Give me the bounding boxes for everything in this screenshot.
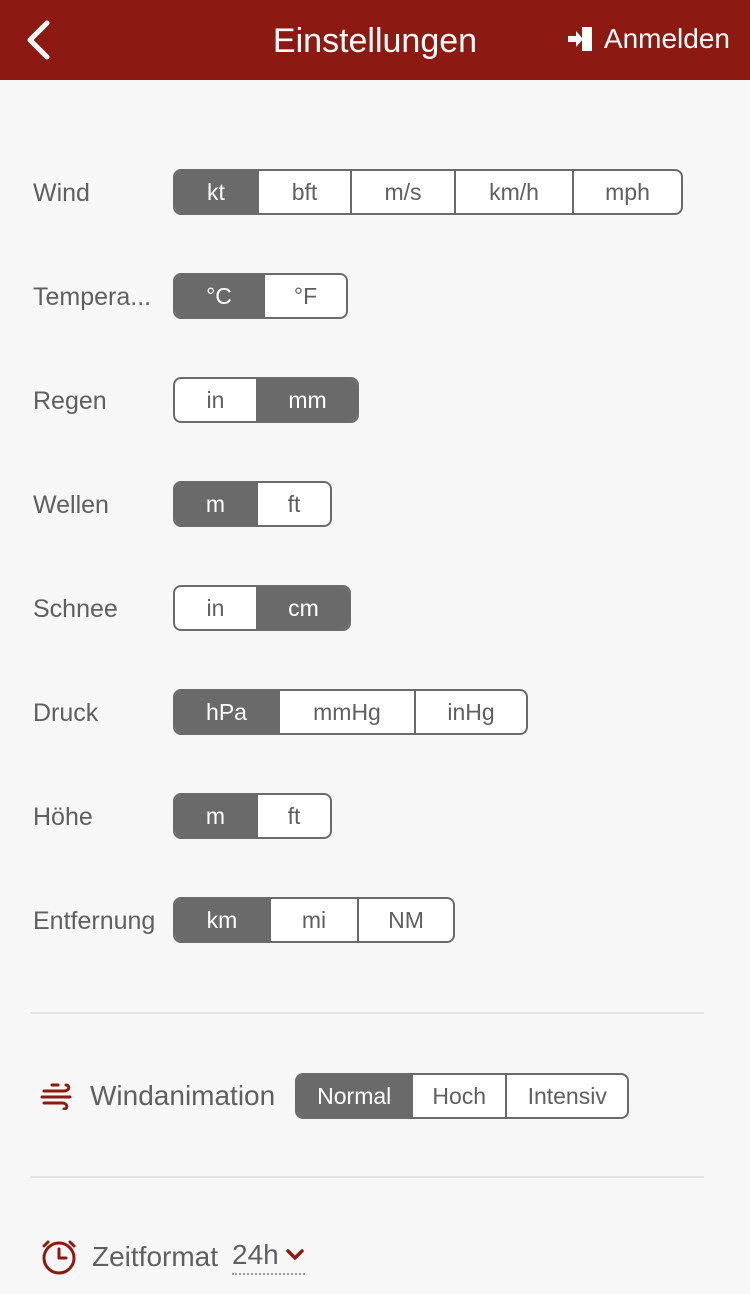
pressure-label: Druck xyxy=(33,699,99,727)
chevron-down-icon xyxy=(285,1248,305,1262)
wind-option-kmh[interactable]: km/h xyxy=(454,171,572,213)
wind-option-bft[interactable]: bft xyxy=(257,171,350,213)
altitude-option-ft[interactable]: ft xyxy=(256,795,330,837)
altitude-unit-selector: m ft xyxy=(173,793,332,839)
time-format-value: 24h xyxy=(232,1239,279,1270)
wind-animation-row: Windanimation Normal Hoch Intensiv xyxy=(40,1073,630,1119)
waves-unit-selector: m ft xyxy=(173,481,332,527)
wind-label: Wind xyxy=(33,179,90,207)
altitude-label: Höhe xyxy=(33,803,93,831)
wind-animation-option-hoch[interactable]: Hoch xyxy=(411,1075,505,1117)
time-format-row: Zeitformat 24h xyxy=(40,1234,305,1280)
section-divider xyxy=(30,1012,704,1014)
pressure-option-mmhg[interactable]: mmHg xyxy=(278,691,414,733)
temperature-option-c[interactable]: °C xyxy=(175,275,263,317)
temperature-option-f[interactable]: °F xyxy=(263,275,346,317)
snow-option-cm[interactable]: cm xyxy=(256,587,349,629)
top-bar: Einstellungen Anmelden xyxy=(0,0,750,80)
wind-unit-selector: kt bft m/s km/h mph xyxy=(173,169,683,215)
snow-label: Schnee xyxy=(33,595,118,623)
temperature-label: Tempera... xyxy=(33,283,152,311)
wind-animation-option-intensiv[interactable]: Intensiv xyxy=(505,1075,627,1117)
wind-icon xyxy=(40,1082,76,1110)
pressure-unit-selector: hPa mmHg inHg xyxy=(173,689,528,735)
wind-animation-option-normal[interactable]: Normal xyxy=(297,1075,412,1117)
login-label: Anmelden xyxy=(603,23,730,54)
rain-label: Regen xyxy=(33,387,107,415)
altitude-option-m[interactable]: m xyxy=(175,795,256,837)
rain-unit-selector: in mm xyxy=(173,377,359,423)
snow-option-in[interactable]: in xyxy=(175,587,256,629)
distance-option-km[interactable]: km xyxy=(175,899,269,941)
waves-option-m[interactable]: m xyxy=(175,483,256,525)
waves-option-ft[interactable]: ft xyxy=(256,483,330,525)
time-format-select[interactable]: 24h xyxy=(232,1239,305,1275)
time-format-label: Zeitformat xyxy=(92,1241,219,1272)
wind-animation-selector: Normal Hoch Intensiv xyxy=(295,1073,630,1119)
clock-icon xyxy=(40,1238,78,1276)
distance-option-mi[interactable]: mi xyxy=(269,899,357,941)
distance-label: Entfernung xyxy=(33,907,156,935)
wind-option-kt[interactable]: kt xyxy=(175,171,257,213)
temperature-unit-selector: °C °F xyxy=(173,273,348,319)
distance-unit-selector: km mi NM xyxy=(173,897,455,943)
wind-animation-label: Windanimation xyxy=(90,1080,276,1111)
pressure-option-hpa[interactable]: hPa xyxy=(175,691,278,733)
distance-option-nm[interactable]: NM xyxy=(357,899,453,941)
wind-option-ms[interactable]: m/s xyxy=(350,171,454,213)
section-divider xyxy=(30,1176,704,1178)
sign-in-icon xyxy=(566,25,594,53)
waves-label: Wellen xyxy=(33,491,109,519)
pressure-option-inhg[interactable]: inHg xyxy=(414,691,526,733)
rain-option-mm[interactable]: mm xyxy=(256,379,357,421)
wind-option-mph[interactable]: mph xyxy=(572,171,681,213)
rain-option-in[interactable]: in xyxy=(175,379,256,421)
login-button[interactable]: Anmelden xyxy=(566,20,730,58)
snow-unit-selector: in cm xyxy=(173,585,351,631)
